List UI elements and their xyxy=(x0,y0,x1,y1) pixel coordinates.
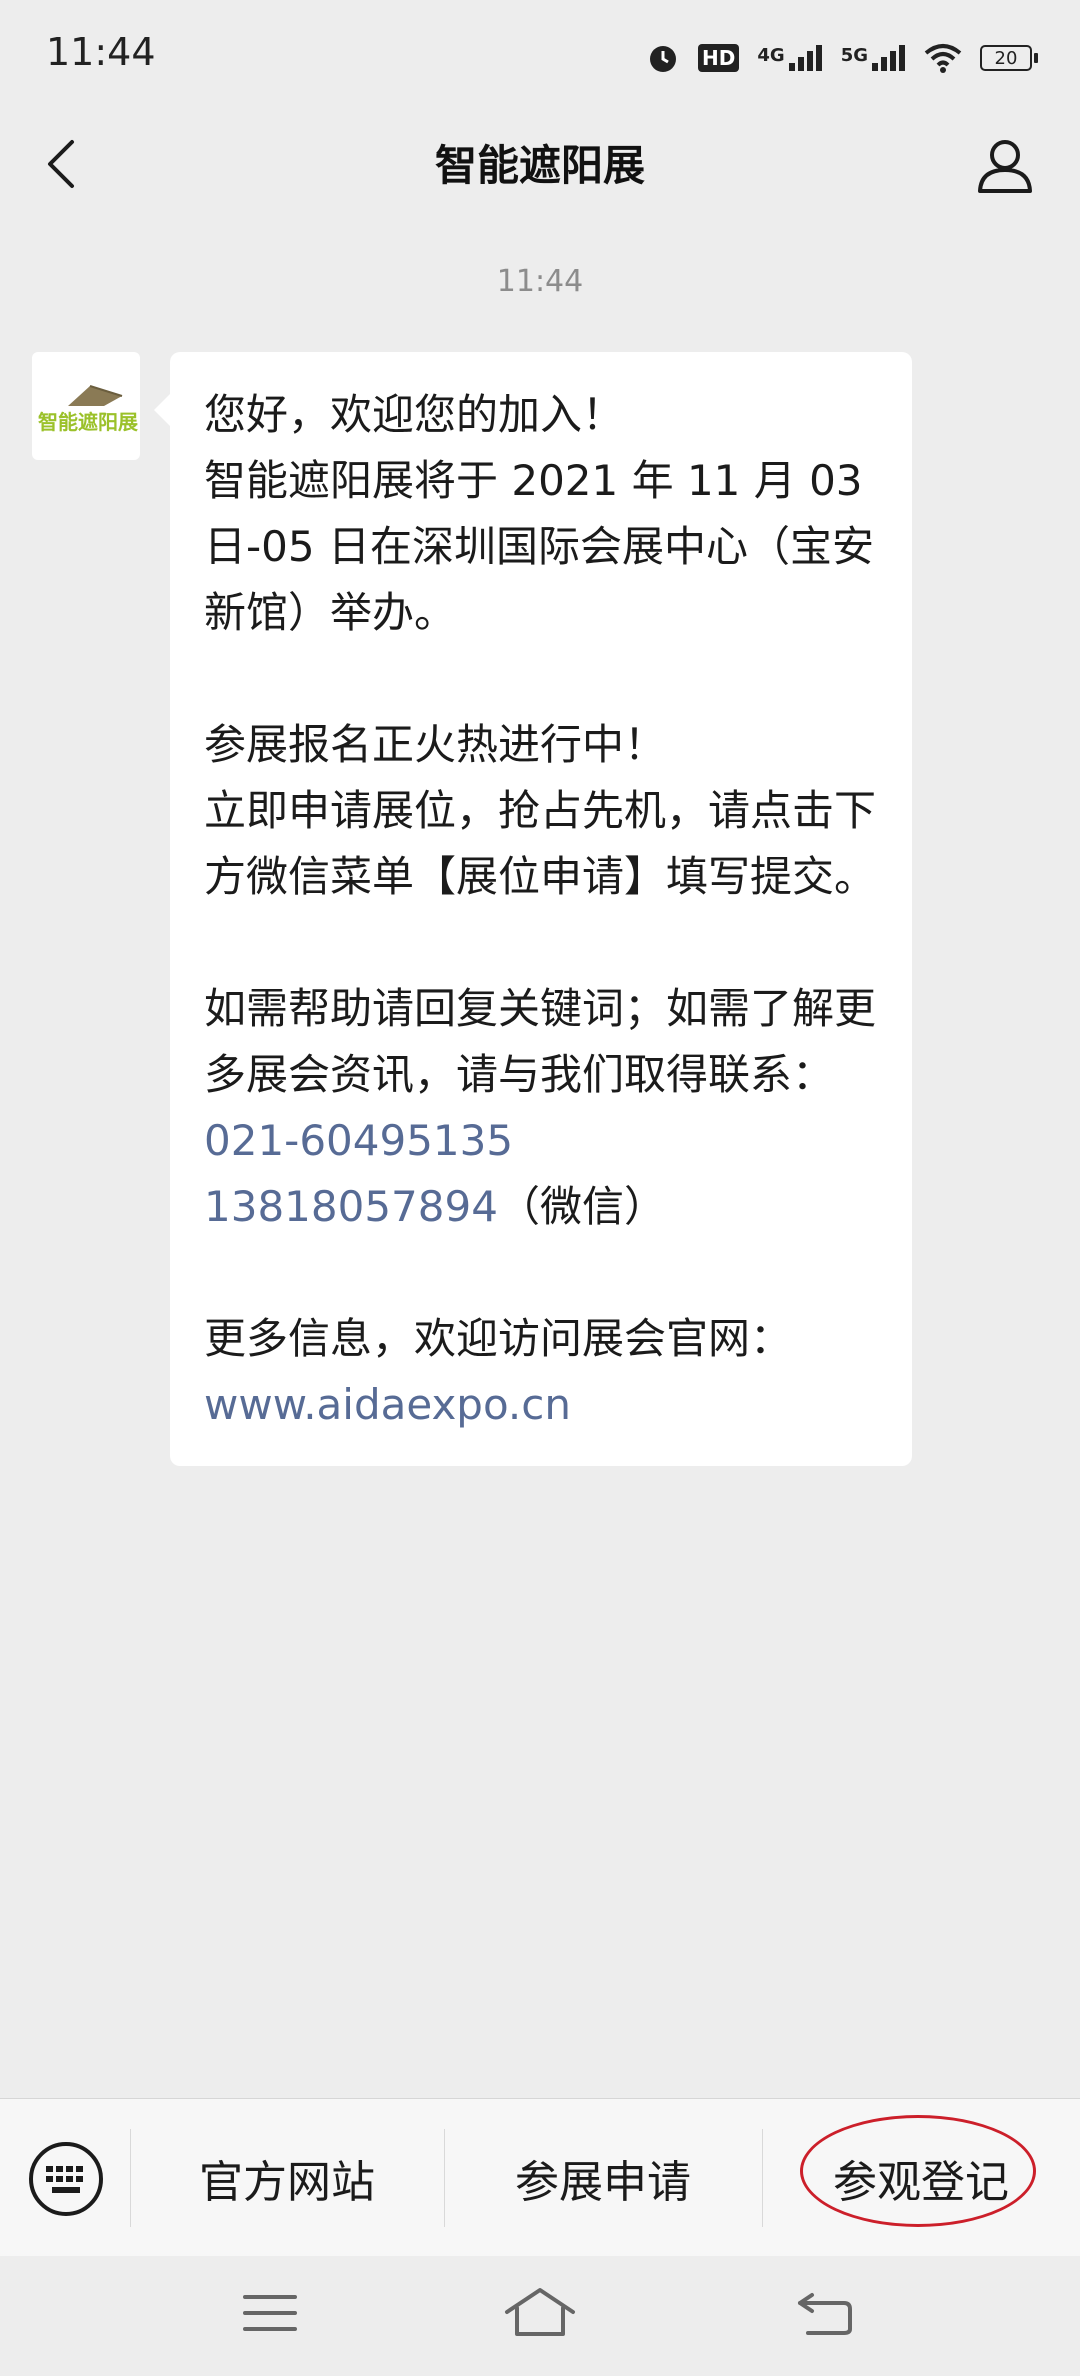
navigation-bar: 智能遮阳展 xyxy=(0,116,1080,216)
menu-item-official-website[interactable]: 官方网站 xyxy=(130,2099,444,2257)
message-registration-title: 参展报名正火热进行中！ xyxy=(204,720,667,769)
page-title: 智能遮阳展 xyxy=(434,141,645,190)
alarm-icon xyxy=(646,41,680,75)
avatar[interactable]: 智能遮阳展 xyxy=(32,352,140,460)
keyboard-icon xyxy=(26,2142,106,2223)
website-link[interactable]: www.aidaexpo.cn xyxy=(204,1380,571,1429)
message-greeting: 您好，欢迎您的加入！ xyxy=(204,390,625,439)
signal-4g-icon: 4G xyxy=(757,45,822,71)
home-icon xyxy=(503,2286,577,2344)
message-registration-info: 立即申请展位，抢占先机，请点击下方微信菜单【展位申请】填写提交。 xyxy=(204,786,877,901)
brand-logo: 智能遮阳展 xyxy=(34,376,138,436)
wechat-number-link[interactable]: 13818057894 xyxy=(204,1182,498,1231)
menu-item-visitor-registration[interactable]: 参观登记 xyxy=(762,2099,1080,2257)
message-website-info: 更多信息，欢迎访问展会官网： xyxy=(204,1314,793,1363)
wechat-official-account-chat: 11:44 HD 4G 5G 20 智能遮阳展 11:44 智能遮阳展 您好，欢… xyxy=(0,0,1080,2376)
system-menu-button[interactable] xyxy=(225,2278,315,2352)
system-navigation-bar xyxy=(0,2256,1080,2376)
chat-timestamp: 11:44 xyxy=(496,264,584,299)
back-return-icon xyxy=(796,2289,854,2341)
menu-item-exhibit-application[interactable]: 参展申请 xyxy=(444,2099,762,2257)
profile-icon xyxy=(975,135,1035,199)
hd-icon: HD xyxy=(698,44,740,72)
avatar-text: 智能遮阳展 xyxy=(38,410,138,434)
system-back-button[interactable] xyxy=(780,2278,870,2352)
message-event-info: 智能遮阳展将于 2021 年 11 月 03 日-05 日在深圳国际会展中心（宝… xyxy=(204,456,874,637)
status-icons: HD 4G 5G 20 xyxy=(646,38,1038,78)
status-time: 11:44 xyxy=(46,30,156,74)
message-contact-text: 如需帮助请回复关键词；如需了解更多展会资讯，请与我们取得联系： xyxy=(204,984,877,1099)
custom-menu-bar: 官方网站 参展申请 参观登记 xyxy=(0,2098,1080,2257)
battery-icon: 20 xyxy=(980,45,1038,71)
message-contact: 如需帮助请回复关键词；如需了解更多展会资讯，请与我们取得联系： 021-60495… xyxy=(204,976,878,1240)
wechat-suffix: （微信） xyxy=(497,1182,666,1231)
signal-5g-icon: 5G xyxy=(841,45,906,71)
menu-lines-icon xyxy=(243,2291,297,2339)
keyboard-toggle-button[interactable] xyxy=(26,2139,106,2219)
system-home-button[interactable] xyxy=(495,2278,585,2352)
message-bubble[interactable]: 您好，欢迎您的加入！ 智能遮阳展将于 2021 年 11 月 03 日-05 日… xyxy=(154,352,912,1466)
wifi-icon xyxy=(924,43,962,73)
phone-link[interactable]: 021-60495135 xyxy=(204,1116,513,1165)
profile-button[interactable] xyxy=(970,132,1040,202)
status-bar: 11:44 HD 4G 5G 20 xyxy=(0,0,1080,116)
